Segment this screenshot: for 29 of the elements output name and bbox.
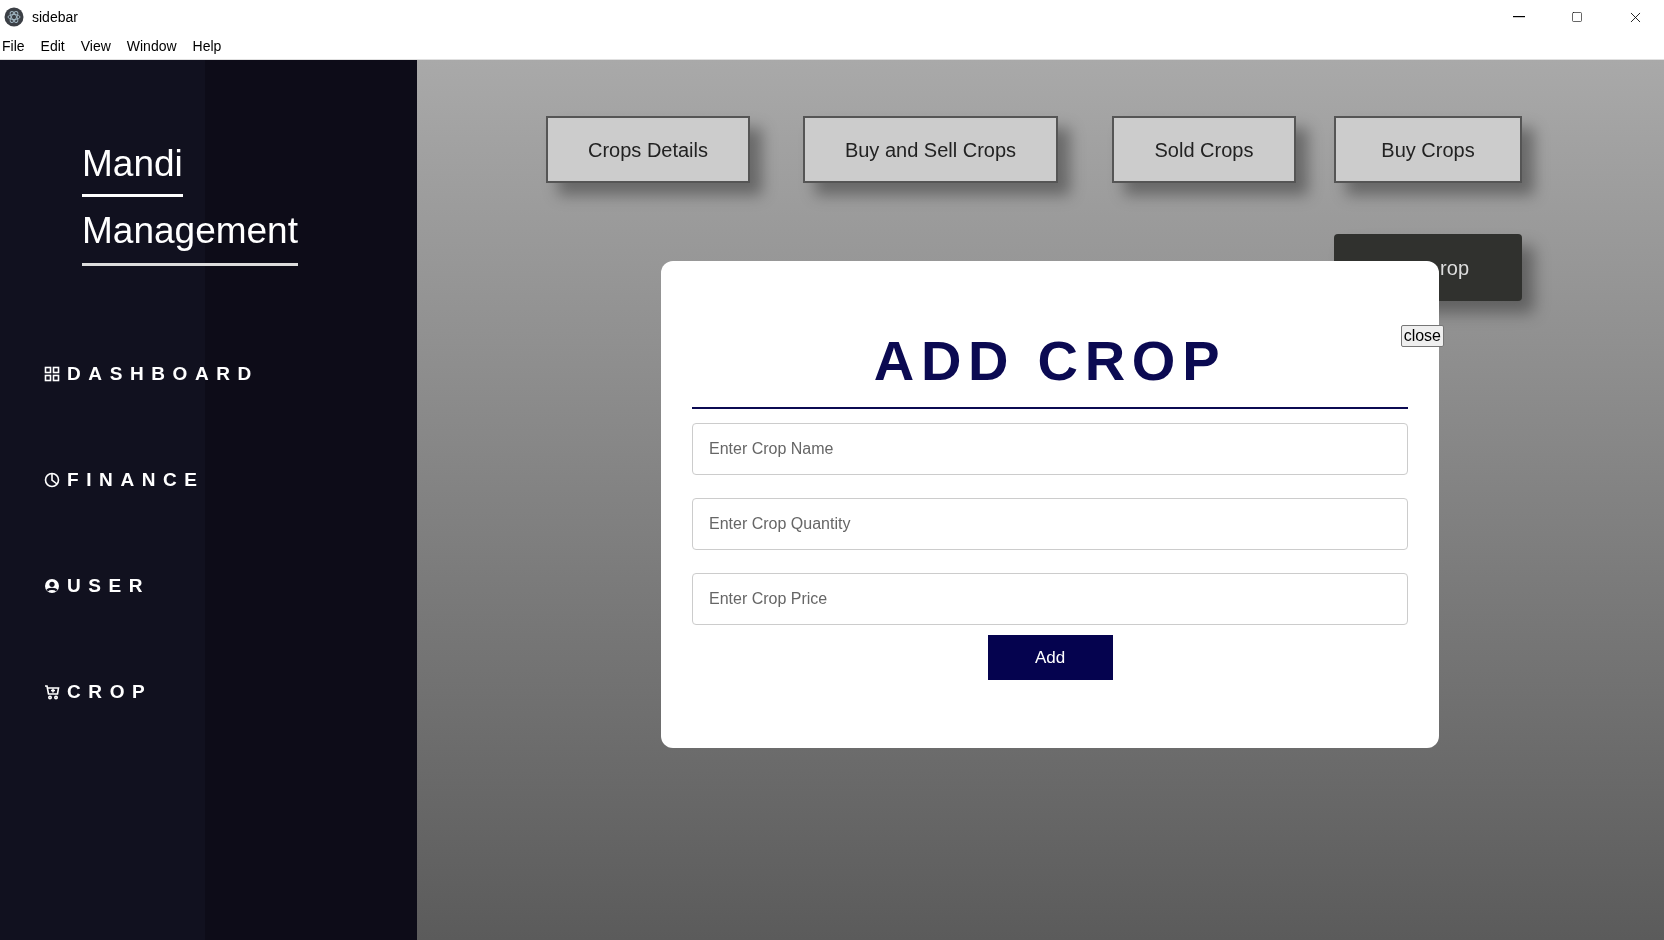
pie-chart-icon — [44, 472, 60, 488]
sidebar-nav-item[interactable]: CROP — [44, 680, 417, 704]
tab-button[interactable]: Sold Crops — [1112, 116, 1296, 183]
app-logo-icon — [4, 7, 24, 27]
cart-icon — [44, 684, 60, 700]
brand-title: Management — [82, 209, 298, 266]
window-title: sidebar — [32, 7, 78, 27]
tab-button[interactable]: Crops Details — [546, 116, 750, 183]
sidebar-nav-item[interactable]: FINANCE — [44, 468, 417, 492]
maximize-icon — [1571, 11, 1583, 23]
minimize-icon — [1513, 16, 1525, 18]
tab-button[interactable]: Buy Crops — [1334, 116, 1522, 183]
grid-icon — [44, 366, 60, 382]
menu-item[interactable]: Window — [124, 36, 191, 57]
add-button[interactable]: Add — [987, 635, 1113, 680]
user-icon — [44, 578, 60, 594]
menu-item[interactable]: Edit — [38, 36, 79, 57]
close-button[interactable]: close — [1400, 325, 1444, 347]
brand-title: Mandi — [82, 142, 183, 197]
input-field[interactable]: Enter Crop Quantity — [692, 498, 1408, 550]
sidebar-nav-item[interactable]: DASHBOARD — [44, 362, 417, 386]
input-field[interactable]: Enter Crop Name — [692, 423, 1408, 475]
input-field[interactable]: Enter Crop Price — [692, 573, 1408, 625]
menu-item[interactable]: Help — [190, 36, 236, 57]
tab-button[interactable]: Buy and Sell Crops — [803, 116, 1058, 183]
menu-item[interactable]: View — [78, 36, 125, 57]
menu-item[interactable]: File — [0, 36, 39, 57]
modal-title: ADD CROP — [873, 329, 1227, 393]
sidebar-nav-item[interactable]: USER — [44, 574, 417, 598]
